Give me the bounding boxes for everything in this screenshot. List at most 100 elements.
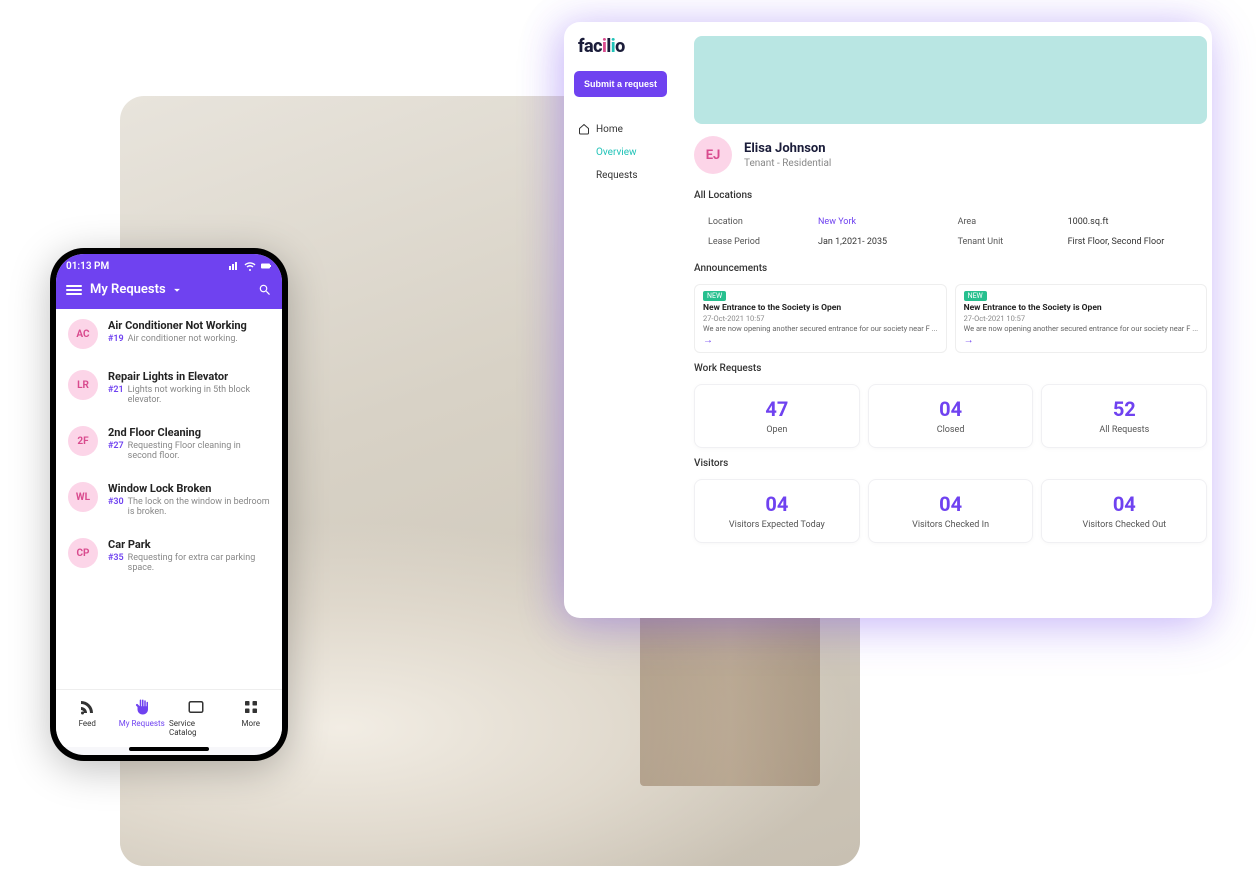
feed-icon xyxy=(78,698,96,716)
announcements-row: NEW New Entrance to the Society is Open … xyxy=(694,284,1207,353)
wifi-icon xyxy=(244,260,256,272)
announcement-title: New Entrance to the Society is Open xyxy=(964,303,1199,313)
request-desc: The lock on the window in bedroom is bro… xyxy=(128,497,270,517)
announcement-date: 27-Oct-2021 10:57 xyxy=(964,314,1199,323)
request-desc: Air conditioner not working. xyxy=(128,334,238,344)
stat-card-closed[interactable]: 04 Closed xyxy=(868,384,1034,448)
tab-more[interactable]: More xyxy=(224,698,279,737)
list-item[interactable]: AC Air Conditioner Not Working #19Air co… xyxy=(56,309,282,360)
request-badge: CP xyxy=(68,538,98,568)
stat-card-open[interactable]: 47 Open xyxy=(694,384,860,448)
more-icon xyxy=(242,698,260,716)
profile-name: Elisa Johnson xyxy=(744,141,831,156)
tab-label: My Requests xyxy=(119,719,165,728)
request-title: 2nd Floor Cleaning xyxy=(108,426,270,439)
stat-label: Closed xyxy=(877,425,1025,435)
lease-value: Jan 1,2021- 2035 xyxy=(818,237,958,247)
stat-value: 04 xyxy=(877,397,1025,421)
phone-request-list: AC Air Conditioner Not Working #19Air co… xyxy=(56,309,282,689)
lease-label: Lease Period xyxy=(708,237,818,247)
stat-card-checked-out[interactable]: 04 Visitors Checked Out xyxy=(1041,479,1207,543)
request-number: #21 xyxy=(108,385,124,405)
work-requests-title: Work Requests xyxy=(694,363,1207,374)
profile-role: Tenant - Residential xyxy=(744,158,831,169)
submit-request-button[interactable]: Submit a request xyxy=(574,71,667,97)
logo: facilio xyxy=(574,36,684,57)
profile-header: EJ Elisa Johnson Tenant - Residential xyxy=(694,134,1207,180)
stat-value: 04 xyxy=(1050,492,1198,516)
unit-value: First Floor, Second Floor xyxy=(1068,237,1208,247)
visitor-stats-row: 04 Visitors Expected Today 04 Visitors C… xyxy=(694,479,1207,543)
unit-label: Tenant Unit xyxy=(958,237,1068,247)
sidebar-item-label: Home xyxy=(596,124,623,135)
phone-screen: 01:13 PM My Requests AC Air Conditioner … xyxy=(56,254,282,755)
tab-label: Service Catalog xyxy=(169,719,224,737)
home-indicator xyxy=(129,747,209,751)
list-item[interactable]: LR Repair Lights in Elevator #21Lights n… xyxy=(56,360,282,416)
list-item[interactable]: CP Car Park #35Requesting for extra car … xyxy=(56,528,282,584)
announcement-card[interactable]: NEW New Entrance to the Society is Open … xyxy=(694,284,947,353)
phone-tabbar: Feed My Requests Service Catalog More xyxy=(56,689,282,747)
list-item[interactable]: 2F 2nd Floor Cleaning #27Requesting Floo… xyxy=(56,416,282,472)
home-icon xyxy=(578,123,590,135)
stat-label: Visitors Checked In xyxy=(877,520,1025,530)
sidebar-item-label: Requests xyxy=(578,170,638,181)
location-label: Location xyxy=(708,217,818,227)
announcement-card[interactable]: NEW New Entrance to the Society is Open … xyxy=(955,284,1208,353)
tab-feed[interactable]: Feed xyxy=(60,698,115,737)
request-number: #35 xyxy=(108,553,124,573)
location-value[interactable]: New York xyxy=(818,217,958,227)
request-badge: AC xyxy=(68,319,98,349)
request-desc: Requesting Floor cleaning in second floo… xyxy=(128,441,270,461)
phone-header: My Requests xyxy=(56,274,282,309)
request-desc: Requesting for extra car parking space. xyxy=(128,553,270,573)
sidebar-item-overview[interactable]: Overview xyxy=(574,141,684,164)
stat-value: 52 xyxy=(1050,397,1198,421)
request-number: #30 xyxy=(108,497,124,517)
menu-icon[interactable] xyxy=(66,285,82,295)
sidebar-item-requests[interactable]: Requests xyxy=(574,164,684,187)
new-badge: NEW xyxy=(964,291,987,301)
search-icon[interactable] xyxy=(258,283,272,297)
chevron-down-icon[interactable] xyxy=(170,283,184,297)
work-stats-row: 47 Open 04 Closed 52 All Requests xyxy=(694,384,1207,448)
phone-header-title: My Requests xyxy=(90,282,166,297)
request-title: Repair Lights in Elevator xyxy=(108,370,270,383)
stat-card-all[interactable]: 52 All Requests xyxy=(1041,384,1207,448)
stat-label: All Requests xyxy=(1050,425,1198,435)
tab-my-requests[interactable]: My Requests xyxy=(115,698,170,737)
list-item[interactable]: WL Window Lock Broken #30The lock on the… xyxy=(56,472,282,528)
arrow-right-icon: → xyxy=(964,335,1199,346)
phone-mockup: 01:13 PM My Requests AC Air Conditioner … xyxy=(50,248,288,761)
stat-value: 47 xyxy=(703,397,851,421)
stat-value: 04 xyxy=(877,492,1025,516)
phone-statusbar: 01:13 PM xyxy=(56,254,282,274)
announcement-body: We are now opening another secured entra… xyxy=(964,324,1199,333)
new-badge: NEW xyxy=(703,291,726,301)
tab-service-catalog[interactable]: Service Catalog xyxy=(169,698,224,737)
phone-time: 01:13 PM xyxy=(66,261,109,272)
signal-icon xyxy=(228,260,240,272)
stat-card-checked-in[interactable]: 04 Visitors Checked In xyxy=(868,479,1034,543)
all-locations-title: All Locations xyxy=(694,190,1207,201)
area-label: Area xyxy=(958,217,1068,227)
request-number: #27 xyxy=(108,441,124,461)
arrow-right-icon: → xyxy=(703,335,938,346)
desktop-panel: facilio Submit a request Home Overview R… xyxy=(564,22,1212,618)
stat-value: 04 xyxy=(703,492,851,516)
announcement-date: 27-Oct-2021 10:57 xyxy=(703,314,938,323)
announcement-title: New Entrance to the Society is Open xyxy=(703,303,938,313)
location-info-grid: Location New York Area 1000.sq.ft Lease … xyxy=(694,211,1207,253)
stat-card-expected[interactable]: 04 Visitors Expected Today xyxy=(694,479,860,543)
tab-label: Feed xyxy=(79,719,96,728)
tab-label: More xyxy=(242,719,260,728)
request-badge: 2F xyxy=(68,426,98,456)
request-title: Car Park xyxy=(108,538,270,551)
announcement-body: We are now opening another secured entra… xyxy=(703,324,938,333)
stat-label: Visitors Expected Today xyxy=(703,520,851,530)
visitors-title: Visitors xyxy=(694,458,1207,469)
desktop-main: EJ Elisa Johnson Tenant - Residential Al… xyxy=(694,22,1212,618)
sidebar-item-home[interactable]: Home xyxy=(574,117,684,141)
hand-icon xyxy=(133,698,151,716)
sidebar-item-label: Overview xyxy=(578,147,637,158)
